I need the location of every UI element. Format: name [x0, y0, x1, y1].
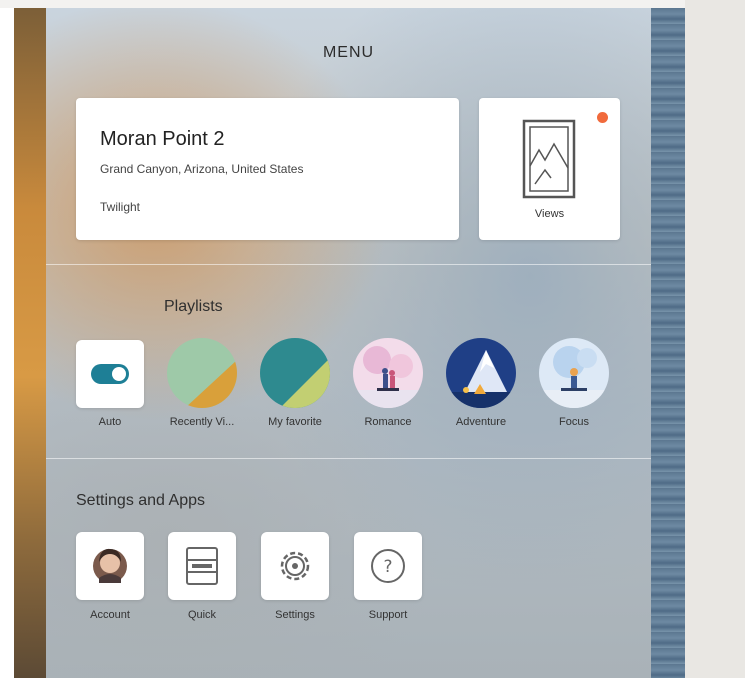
account-button[interactable] — [76, 532, 144, 600]
top-margin — [0, 0, 685, 8]
svg-text:?: ? — [383, 557, 392, 577]
recently-viewed-icon — [167, 338, 237, 408]
playlist-adventure-label: Adventure — [455, 416, 507, 428]
playlist-auto-button[interactable] — [76, 340, 144, 408]
divider-bottom — [46, 458, 651, 459]
settings-button[interactable] — [261, 532, 329, 600]
playlist-my-favorite-button[interactable] — [260, 338, 330, 408]
adventure-illustration-icon — [446, 338, 516, 408]
help-icon: ? — [371, 549, 405, 583]
window-view-icon — [522, 119, 576, 199]
app-frame: MENU Moran Point 2 Grand Canyon, Arizona… — [0, 0, 745, 678]
gear-icon — [280, 551, 310, 581]
notification-dot — [597, 112, 608, 123]
playlists-heading: Playlists — [164, 298, 223, 315]
views-button[interactable]: Views — [479, 98, 620, 240]
support-button[interactable]: ? — [354, 532, 422, 600]
quick-button[interactable] — [168, 532, 236, 600]
location-card[interactable]: Moran Point 2 Grand Canyon, Arizona, Uni… — [76, 98, 459, 240]
romance-illustration-icon — [353, 338, 423, 408]
playlist-recently-viewed-button[interactable] — [167, 338, 237, 408]
playlist-focus-button[interactable] — [539, 338, 609, 408]
avatar-icon — [93, 548, 127, 583]
quick-panel-icon — [186, 547, 218, 585]
my-favorite-icon — [260, 338, 330, 408]
playlist-adventure-button[interactable] — [446, 338, 516, 408]
views-label: Views — [534, 208, 565, 220]
toggle-icon — [91, 364, 129, 384]
playlist-auto-label: Auto — [98, 416, 122, 428]
playlist-romance-button[interactable] — [353, 338, 423, 408]
menu-title: MENU — [322, 44, 375, 61]
background-ocean-strip — [650, 8, 685, 678]
divider-top — [46, 264, 651, 265]
support-label: Support — [368, 609, 408, 621]
location-name: Moran Point 2 — [100, 128, 225, 150]
focus-illustration-icon — [539, 338, 609, 408]
account-label: Account — [90, 609, 130, 621]
menu-panel: MENU Moran Point 2 Grand Canyon, Arizona… — [46, 8, 651, 678]
playlist-focus-label: Focus — [559, 416, 589, 428]
quick-label: Quick — [187, 609, 217, 621]
playlist-my-favorite-label: My favorite — [268, 416, 322, 428]
background-cliff-strip — [14, 8, 48, 678]
settings-label: Settings — [275, 609, 315, 621]
settings-apps-heading: Settings and Apps — [76, 492, 205, 509]
right-margin — [685, 0, 745, 678]
location-place: Grand Canyon, Arizona, United States — [100, 162, 304, 176]
playlist-recently-viewed-label: Recently Vi... — [169, 416, 235, 428]
playlist-romance-label: Romance — [364, 416, 412, 428]
location-time-of-day: Twilight — [100, 200, 141, 214]
toggle-knob — [112, 367, 126, 381]
